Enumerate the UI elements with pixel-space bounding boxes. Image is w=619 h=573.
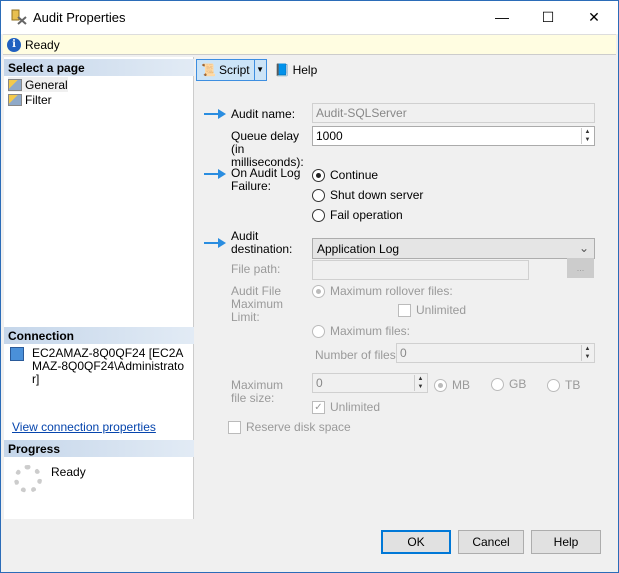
page-icon [8, 93, 22, 106]
help-toolbar-button[interactable]: 📘 Help [275, 63, 318, 77]
number-of-files-value: 0 [400, 346, 407, 360]
left-panel: Select a page General Filter Connection … [4, 57, 194, 519]
radio-button[interactable] [312, 284, 325, 298]
max-file-size-spinner[interactable]: ▲ ▼ [414, 375, 426, 391]
radio-continue[interactable]: Continue [312, 168, 378, 182]
radio-label: Shut down server [330, 188, 424, 202]
view-connection-properties-link[interactable]: View connection properties [12, 420, 156, 434]
audit-app-icon [11, 9, 27, 25]
title-bar: Audit Properties — ☐ ✕ [1, 1, 618, 34]
browse-button[interactable]: ... [567, 258, 594, 278]
radio-button[interactable] [312, 324, 325, 338]
cancel-button[interactable]: Cancel [458, 530, 524, 554]
radio-label: Maximum rollover files: [330, 284, 453, 298]
help-button[interactable]: Help [531, 530, 601, 554]
radio-button[interactable] [434, 378, 447, 392]
number-of-files-label: Number of files: [315, 348, 400, 362]
checkbox-label: Unlimited [416, 303, 467, 317]
help-icon: 📘 [274, 63, 290, 77]
size-unlimited-checkbox[interactable]: ✓ Unlimited [312, 400, 380, 414]
page-item-general[interactable]: General [8, 77, 68, 92]
maximize-button[interactable]: ☐ [525, 1, 571, 34]
checkbox-label: Reserve disk space [246, 420, 351, 434]
arrow-icon [204, 169, 228, 179]
queue-delay-spinner[interactable]: ▲ ▼ [581, 128, 593, 144]
radio-tb[interactable]: TB [547, 378, 580, 392]
on-failure-label: On Audit Log Failure: [231, 166, 301, 193]
max-limit-label: Audit File Maximum Limit: [231, 284, 284, 324]
queue-delay-field[interactable]: 1000 ▲ ▼ [312, 126, 595, 146]
queue-delay-value: 1000 [316, 129, 343, 143]
close-button[interactable]: ✕ [571, 1, 617, 34]
radio-fail-operation[interactable]: Fail operation [312, 208, 403, 222]
radio-label: MB [452, 378, 470, 392]
status-text: Ready [25, 38, 60, 52]
radio-button[interactable] [312, 208, 325, 222]
file-path-field[interactable] [312, 260, 529, 280]
ok-button[interactable]: OK [381, 530, 451, 554]
toolbar: 📜 Script ▼ 📘 Help [196, 59, 317, 81]
rollover-unlimited-checkbox[interactable]: Unlimited [398, 303, 466, 317]
info-icon: i [7, 38, 21, 52]
reserve-disk-space-checkbox[interactable]: Reserve disk space [228, 420, 351, 434]
file-path-label: File path: [231, 262, 281, 276]
checkbox-label: Unlimited [330, 400, 381, 414]
max-file-size-field[interactable]: 0 ▲ ▼ [312, 373, 428, 393]
max-file-size-value: 0 [316, 376, 323, 390]
radio-label: Maximum files: [330, 324, 411, 338]
radio-shut-down-server[interactable]: Shut down server [312, 188, 423, 202]
radio-label: Fail operation [330, 208, 403, 222]
audit-destination-select[interactable]: Application Log ⌄ [312, 238, 595, 259]
checkbox[interactable] [398, 303, 411, 317]
radio-label: Continue [330, 168, 379, 182]
number-of-files-spinner[interactable]: ▲ ▼ [581, 345, 593, 361]
script-button[interactable]: 📜 Script [196, 59, 255, 81]
radio-button[interactable] [312, 168, 325, 182]
page-label: Filter [25, 92, 52, 107]
radio-label: GB [509, 377, 527, 391]
page-item-filter[interactable]: Filter [8, 92, 52, 107]
minimize-button[interactable]: — [479, 1, 525, 34]
progress-header: Progress [4, 440, 194, 457]
arrow-icon [204, 238, 228, 248]
progress-status: Ready [51, 465, 86, 479]
arrow-icon [204, 109, 228, 119]
radio-mb[interactable]: MB [434, 378, 470, 392]
server-connection-icon [10, 347, 24, 361]
radio-max-files[interactable]: Maximum files: [312, 324, 410, 338]
radio-button[interactable] [312, 188, 325, 202]
chevron-down-icon: ⌄ [578, 241, 589, 255]
radio-label: TB [565, 378, 581, 392]
select-value: Application Log [317, 242, 400, 256]
script-icon: 📜 [201, 63, 216, 77]
general-page: 📜 Script ▼ 📘 Help Audit name: Audit-SQLSer… [196, 57, 615, 519]
checkbox[interactable] [228, 420, 241, 434]
select-page-header: Select a page [4, 59, 194, 76]
script-dropdown-button[interactable]: ▼ [254, 59, 267, 81]
script-label: Script [218, 63, 250, 77]
radio-max-rollover-files[interactable]: Maximum rollover files: [312, 284, 453, 298]
queue-delay-label: Queue delay (in milliseconds): [231, 129, 304, 169]
audit-name-label: Audit name: [231, 107, 296, 121]
help-label: Help [292, 63, 318, 77]
connection-text: EC2AMAZ-8Q0QF24 [EC2AMAZ-8Q0QF24\Adminis… [32, 346, 185, 386]
page-label: General [25, 77, 68, 92]
radio-gb[interactable]: GB [491, 377, 526, 391]
page-icon [8, 78, 22, 91]
status-infobar: i Ready [3, 34, 616, 55]
audit-destination-label: Audit destination: [231, 229, 293, 256]
radio-button[interactable] [547, 378, 560, 392]
max-file-size-label: Maximum file size: [231, 378, 284, 405]
vertical-scrollbar[interactable] [608, 57, 615, 519]
audit-properties-window: Audit Properties — ☐ ✕ i Ready Select a … [0, 0, 619, 573]
radio-button[interactable] [491, 377, 504, 391]
window-title: Audit Properties [33, 10, 126, 25]
checkmark-icon[interactable]: ✓ [312, 400, 325, 414]
connection-header: Connection [4, 327, 194, 344]
progress-spinner-icon [14, 465, 42, 493]
audit-name-field[interactable]: Audit-SQLServer [312, 103, 595, 123]
number-of-files-field[interactable]: 0 ▲ ▼ [396, 343, 595, 363]
